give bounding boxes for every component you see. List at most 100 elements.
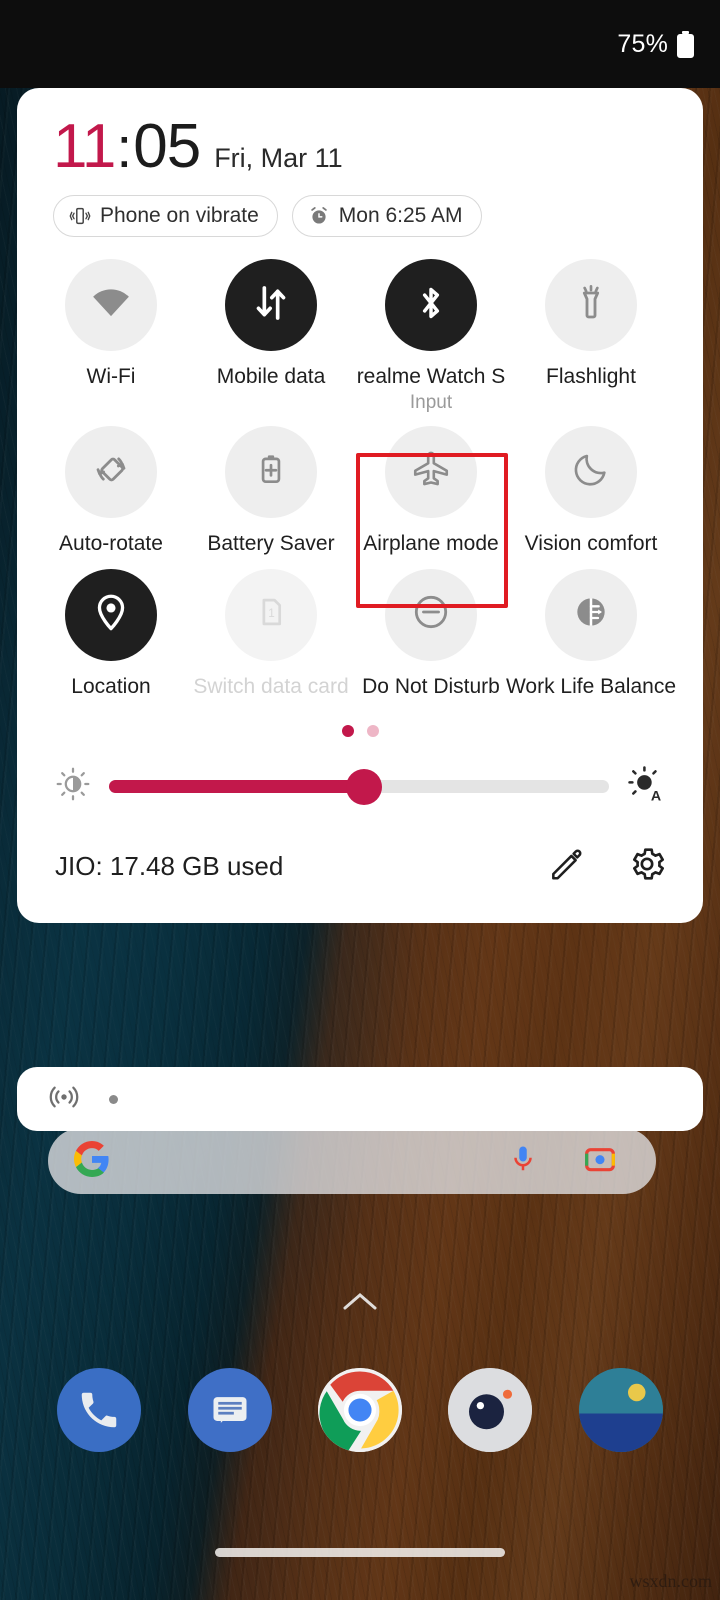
tile-label: Switch data card — [193, 674, 349, 698]
do-not-disturb-icon — [410, 591, 452, 638]
brightness-slider-fill — [109, 780, 364, 794]
status-dot — [109, 1094, 118, 1104]
chrome-app[interactable] — [317, 1368, 402, 1452]
photos-app[interactable] — [578, 1368, 663, 1452]
tile-label: Battery Saver — [207, 531, 335, 555]
tile-flashlight[interactable]: Flashlight — [511, 259, 671, 426]
auto-rotate-icon — [90, 448, 132, 495]
google-lens-icon[interactable] — [584, 1143, 616, 1180]
tile-label: Auto-rotate — [59, 531, 163, 555]
tile-icon-bg — [385, 568, 477, 661]
chip-label: Phone on vibrate — [100, 204, 259, 227]
tile-label: Do Not Disturb — [362, 674, 500, 698]
clock-colon: : — [116, 116, 133, 180]
work-life-balance-icon — [571, 592, 611, 637]
chip-label: Mon 6:25 AM — [338, 204, 463, 227]
tile-icon-bg — [225, 259, 317, 351]
battery-saver-icon — [252, 450, 290, 493]
tile-label: realme Watch S — [356, 365, 506, 388]
tile-row-2: Auto-rotate Battery Saver Airplane mode … — [31, 425, 689, 569]
clock-row: 11 : 05 Fri, Mar 11 — [17, 88, 703, 178]
flashlight-icon — [571, 283, 611, 328]
brightness-low-icon — [55, 766, 91, 807]
tiles-grid: Wi-Fi Mobile data realme Watch S Input F… — [17, 237, 703, 711]
chevron-up-icon[interactable] — [342, 1290, 378, 1317]
chip-phone-on-vibrate[interactable]: Phone on vibrate — [53, 195, 278, 237]
tile-label: Wi-Fi — [86, 365, 136, 388]
camera-app[interactable] — [448, 1368, 533, 1452]
tile-switch-data-card[interactable]: 1 Switch data card — [191, 568, 351, 712]
quick-settings-panel: 11 : 05 Fri, Mar 11 Phone on vibrate Mon… — [17, 88, 703, 924]
camera-icon — [448, 1368, 533, 1452]
tile-icon-bg — [545, 568, 637, 661]
tile-location[interactable]: Location — [31, 568, 191, 712]
page-dot-2[interactable] — [366, 725, 379, 738]
tile-icon-bg — [385, 425, 477, 518]
svg-text:1: 1 — [268, 607, 275, 620]
brightness-slider-track[interactable] — [109, 768, 609, 805]
brightness-auto-icon[interactable]: A — [627, 765, 665, 808]
clock-minute: 05 — [133, 112, 201, 181]
tile-work-life-balance[interactable]: Work Life Balance — [506, 568, 676, 712]
tile-label: Vision comfort — [524, 531, 658, 555]
photos-icon — [578, 1368, 663, 1452]
tile-label: Airplane mode — [363, 531, 499, 555]
status-chips: Phone on vibrate Mon 6:25 AM — [17, 178, 703, 237]
tile-do-not-disturb[interactable]: Do Not Disturb — [351, 568, 511, 712]
cast-icon — [47, 1080, 81, 1119]
moon-icon — [571, 449, 611, 494]
app-dock — [0, 1368, 720, 1452]
status-bar: 75% — [0, 0, 720, 88]
phone-app[interactable] — [57, 1368, 142, 1452]
battery-icon — [677, 30, 694, 58]
tile-label: Work Life Balance — [505, 674, 677, 698]
tile-battery-saver[interactable]: Battery Saver — [191, 425, 351, 569]
chrome-icon — [317, 1368, 402, 1452]
gesture-nav-pill[interactable] — [215, 1548, 505, 1557]
bluetooth-icon — [412, 284, 450, 327]
gear-icon[interactable] — [627, 844, 667, 889]
notification-card[interactable] — [17, 1067, 703, 1131]
svg-text:A: A — [651, 789, 661, 804]
pencil-icon[interactable] — [547, 845, 585, 888]
tile-airplane-mode[interactable]: Airplane mode — [351, 425, 511, 569]
quick-settings-footer: JIO: 17.48 GB used — [17, 808, 703, 915]
tile-wifi[interactable]: Wi-Fi — [31, 259, 191, 426]
tile-icon-bg: 1 — [225, 568, 317, 661]
brightness-slider-knob[interactable] — [346, 768, 382, 805]
tile-icon-bg — [65, 259, 157, 351]
sim-card-icon: 1 — [252, 593, 290, 636]
page-dot-1[interactable] — [341, 725, 354, 738]
airplane-icon — [410, 448, 452, 495]
location-pin-icon — [90, 591, 132, 638]
tile-realme-watch-s[interactable]: realme Watch S Input — [351, 259, 511, 426]
tile-icon-bg — [545, 259, 637, 351]
chip-alarm[interactable]: Mon 6:25 AM — [291, 195, 482, 237]
tile-row-1: Wi-Fi Mobile data realme Watch S Input F… — [31, 259, 689, 426]
tile-icon-bg — [65, 568, 157, 661]
tile-label: Flashlight — [546, 365, 636, 388]
tile-icon-bg — [385, 259, 477, 351]
tile-mobile-data[interactable]: Mobile data — [191, 259, 351, 426]
phone-screen: 75% 11 : 05 Fri, Mar 11 Phone on vibrate… — [0, 0, 720, 1600]
brightness-slider-row: A — [17, 737, 703, 808]
messages-app[interactable] — [187, 1368, 272, 1452]
page-indicator — [17, 725, 703, 738]
alarm-icon — [308, 205, 330, 227]
tile-auto-rotate[interactable]: Auto-rotate — [31, 425, 191, 569]
tile-vision-comfort[interactable]: Vision comfort — [511, 425, 671, 569]
microphone-icon[interactable] — [508, 1144, 538, 1179]
clock-date: Fri, Mar 11 — [214, 143, 343, 173]
tile-icon-bg — [65, 425, 157, 518]
tile-icon-bg — [225, 425, 317, 518]
tile-icon-bg — [545, 425, 637, 518]
google-g-icon — [74, 1140, 110, 1182]
tile-label: Mobile data — [216, 365, 326, 388]
watermark: wsxdn.com — [629, 1571, 713, 1591]
data-usage-label: JIO: 17.48 GB used — [55, 851, 284, 882]
wifi-icon — [90, 282, 132, 329]
google-search-bar[interactable] — [48, 1128, 656, 1194]
messages-icon — [213, 1397, 247, 1423]
tile-sublabel: Input — [409, 391, 453, 413]
battery-percent-label: 75% — [617, 29, 668, 58]
